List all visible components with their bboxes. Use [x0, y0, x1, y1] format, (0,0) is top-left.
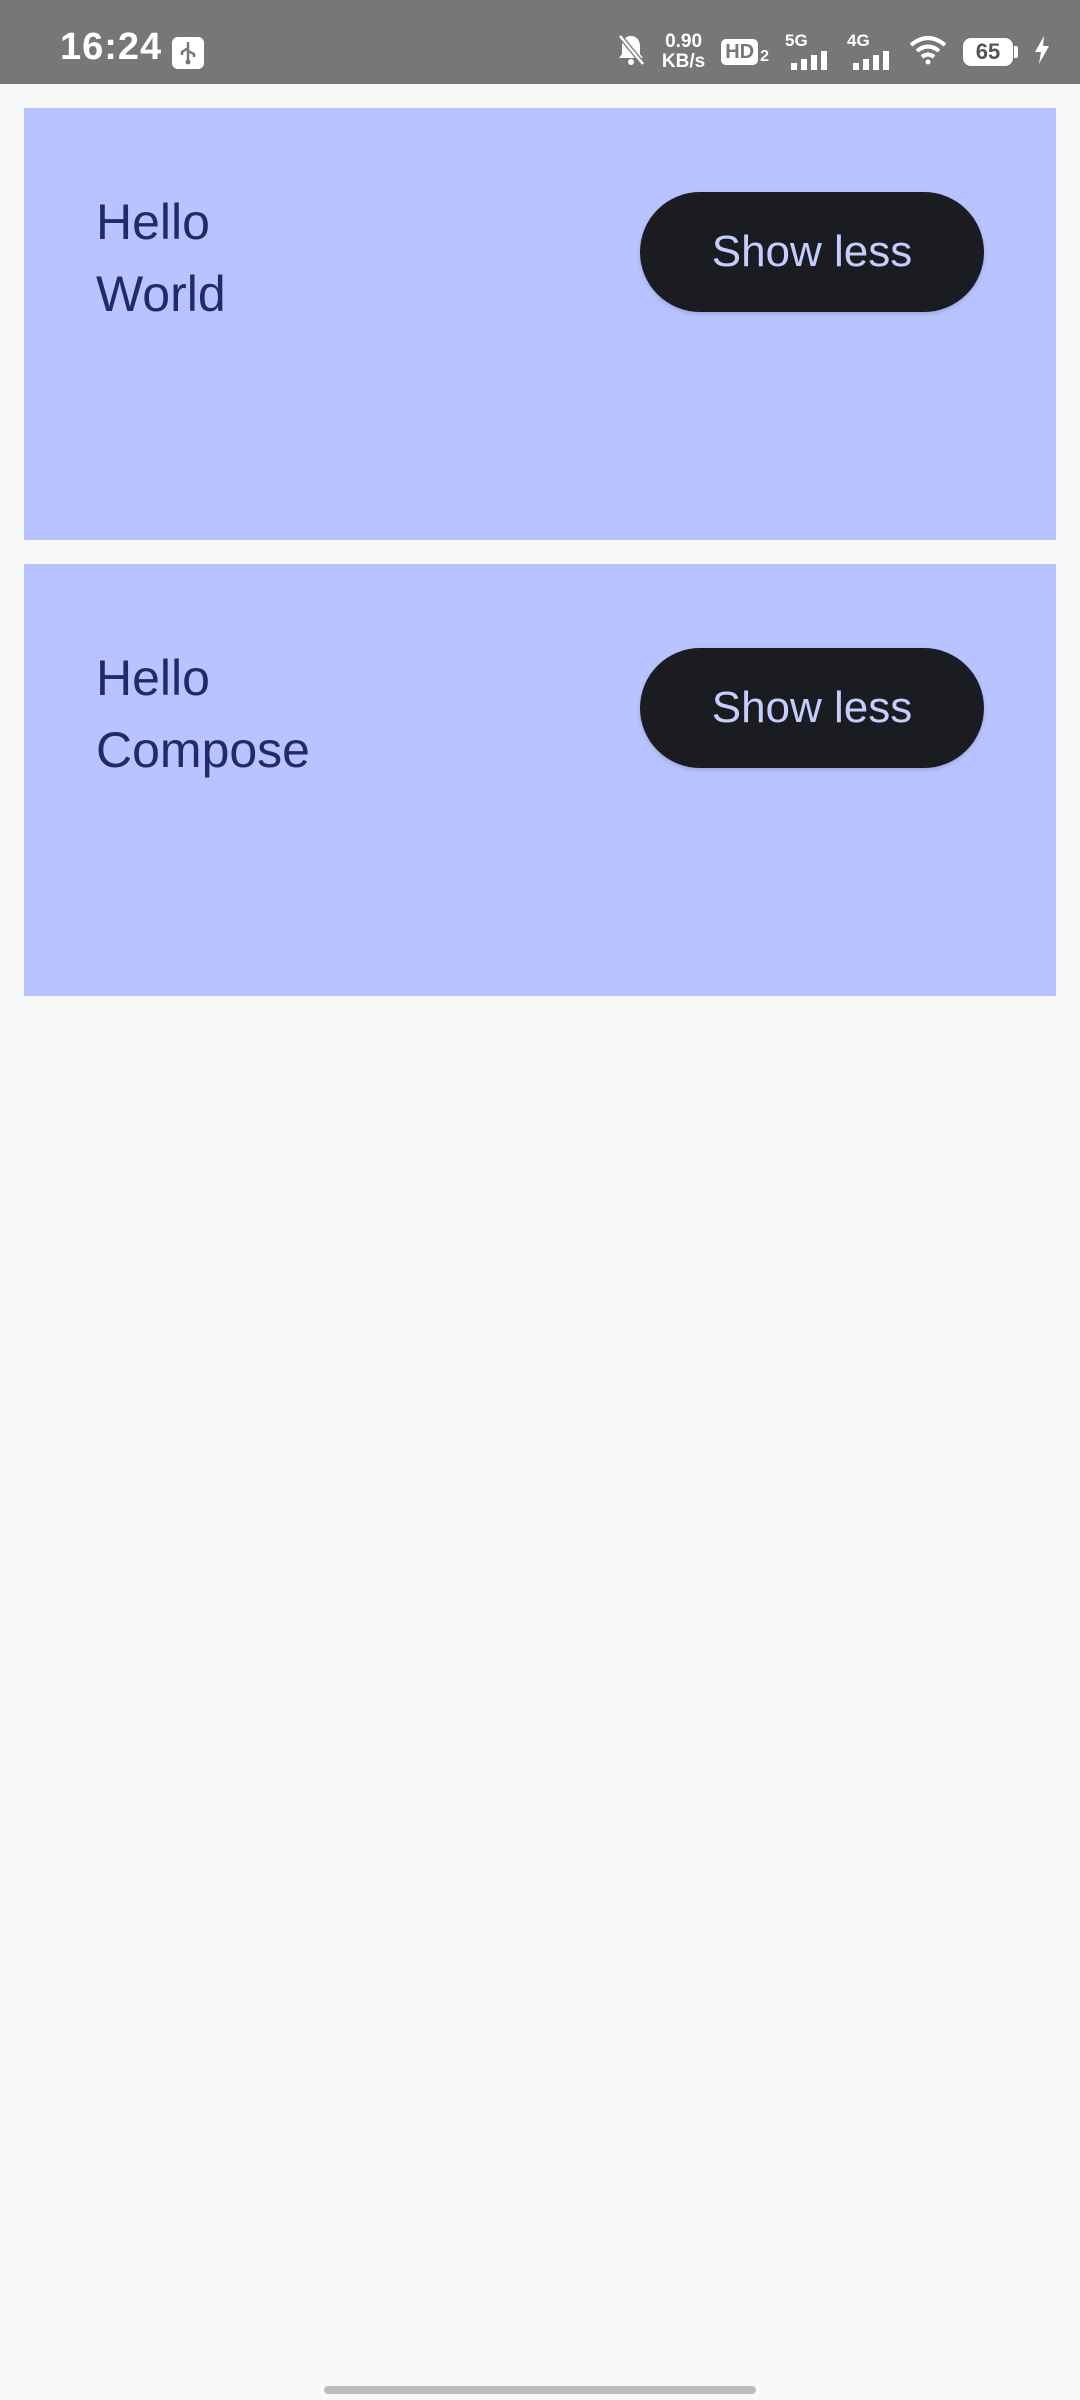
net-speed: 0.90 KB/s [662, 32, 705, 72]
net-speed-unit: KB/s [661, 51, 706, 72]
hd-icon: HD 2 [721, 39, 769, 65]
status-time: 16:24 [60, 26, 163, 68]
app-screen: 16:24 0.90 KB/s HD 2 5G 4G 65 Hello Worl… [0, 0, 1080, 2400]
battery-level: 65 [963, 38, 1013, 66]
status-bar: 16:24 0.90 KB/s HD 2 5G 4G 65 [0, 0, 1080, 84]
status-icons: 0.90 KB/s HD 2 5G 4G 65 [616, 30, 1050, 74]
greeting-card: Hello Compose Show less [24, 564, 1056, 996]
battery-icon: 65 [963, 38, 1018, 66]
gesture-nav-handle[interactable] [324, 2386, 756, 2394]
greeting-text: Hello World [96, 186, 226, 330]
signal-5g-icon: 5G [785, 32, 831, 72]
net-speed-value: 0.90 [665, 31, 703, 52]
sim1-label: 5G [785, 31, 808, 50]
greeting-card: Hello World Show less [24, 108, 1056, 540]
wifi-icon [909, 35, 947, 70]
show-less-button[interactable]: Show less [640, 192, 984, 312]
signal-4g-icon: 4G [847, 32, 893, 72]
hd-sub: 2 [760, 48, 769, 65]
bell-muted-icon [616, 33, 646, 72]
charging-icon [1034, 35, 1050, 69]
greeting-name: Compose [96, 722, 310, 778]
greeting-label: Hello [96, 194, 210, 250]
hd-label: HD [721, 39, 759, 65]
sim2-label: 4G [847, 31, 870, 50]
greeting-text: Hello Compose [96, 642, 310, 786]
greeting-name: World [96, 266, 226, 322]
show-less-button[interactable]: Show less [640, 648, 984, 768]
usb-debug-icon [172, 37, 204, 69]
greeting-label: Hello [96, 650, 210, 706]
